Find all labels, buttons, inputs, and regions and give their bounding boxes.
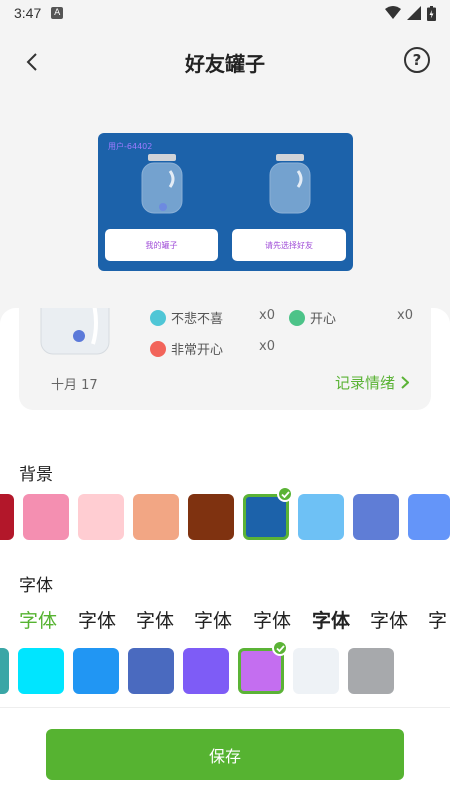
background-swatch[interactable]	[23, 494, 69, 540]
background-swatch[interactable]	[0, 494, 14, 540]
background-swatch[interactable]	[298, 494, 344, 540]
jar-date: 十月 17	[51, 378, 98, 393]
wifi-icon	[385, 6, 401, 19]
save-button[interactable]: 保存	[46, 729, 404, 780]
record-mood-link[interactable]: 记录情绪	[335, 372, 409, 393]
notification-icon: A	[51, 7, 64, 19]
background-swatch[interactable]	[133, 494, 179, 540]
font-label: 字体	[19, 576, 53, 596]
mood-stats-card: 十月 17 不悲不喜 x0 开心 x0 非常开心 x0 记录情绪	[19, 308, 431, 410]
status-icons	[385, 5, 436, 21]
checkmark-icon	[277, 486, 293, 502]
chevron-right-icon	[401, 376, 409, 389]
question-icon: ?	[412, 51, 422, 69]
font-options: 字体 字体 字体 字体 字体 字体 字体字	[0, 606, 450, 636]
mood-count: x0	[259, 339, 275, 354]
status-bar: 3:47 A	[0, 0, 450, 26]
background-swatch[interactable]	[188, 494, 234, 540]
very-happy-face-icon	[150, 340, 166, 357]
mood-very-happy: 非常开心	[150, 339, 223, 358]
record-mood-label: 记录情绪	[334, 374, 395, 392]
mood-label: 不悲不喜	[171, 312, 224, 327]
jar-icon	[40, 308, 110, 355]
signal-icon	[407, 6, 421, 20]
font-color-swatches	[0, 640, 450, 698]
mood-happy: 开心	[289, 308, 336, 327]
font-option[interactable]: 字体	[312, 606, 350, 633]
font-option[interactable]: 字体	[253, 606, 291, 633]
background-swatch[interactable]	[78, 494, 124, 540]
battery-icon	[427, 5, 436, 21]
status-time: 3:47	[14, 5, 42, 21]
font-color-swatch[interactable]	[348, 648, 394, 694]
background-swatch[interactable]	[408, 494, 450, 540]
font-color-swatch[interactable]	[18, 648, 64, 694]
friend-jar-icon	[269, 154, 311, 214]
font-color-swatch[interactable]	[183, 648, 229, 694]
jar-preview: 用户-64402 我的罐子 请先选择好友	[98, 133, 353, 271]
my-jar-icon	[141, 154, 183, 214]
checkmark-icon	[272, 640, 288, 656]
font-option[interactable]: 字体	[370, 606, 408, 633]
font-option[interactable]: 字体	[78, 606, 116, 633]
neutral-face-icon	[150, 309, 166, 326]
background-swatch[interactable]	[353, 494, 399, 540]
background-swatches	[0, 486, 450, 544]
user-tag: 用户-64402	[108, 142, 153, 151]
select-friend-button[interactable]: 请先选择好友	[232, 229, 346, 261]
font-option[interactable]: 字	[428, 606, 447, 633]
background-label: 背景	[19, 465, 53, 485]
mood-label: 开心	[310, 312, 337, 327]
mood-count: x0	[259, 308, 275, 323]
font-color-swatch[interactable]	[73, 648, 119, 694]
font-option[interactable]: 字体	[194, 606, 232, 633]
mood-count: x0	[397, 308, 413, 323]
font-option[interactable]: 字体	[19, 606, 57, 633]
font-color-swatch[interactable]	[293, 648, 339, 694]
font-color-swatch[interactable]	[128, 648, 174, 694]
font-color-swatch[interactable]	[0, 648, 9, 694]
happy-face-icon	[289, 309, 305, 326]
mood-label: 非常开心	[171, 343, 224, 358]
help-button[interactable]: ?	[404, 47, 430, 73]
mood-neutral: 不悲不喜	[150, 308, 223, 327]
page-title: 好友罐子	[185, 52, 265, 76]
my-jar-button[interactable]: 我的罐子	[105, 229, 218, 261]
header: 好友罐子 ?	[0, 36, 450, 86]
font-option[interactable]: 字体	[136, 606, 174, 633]
